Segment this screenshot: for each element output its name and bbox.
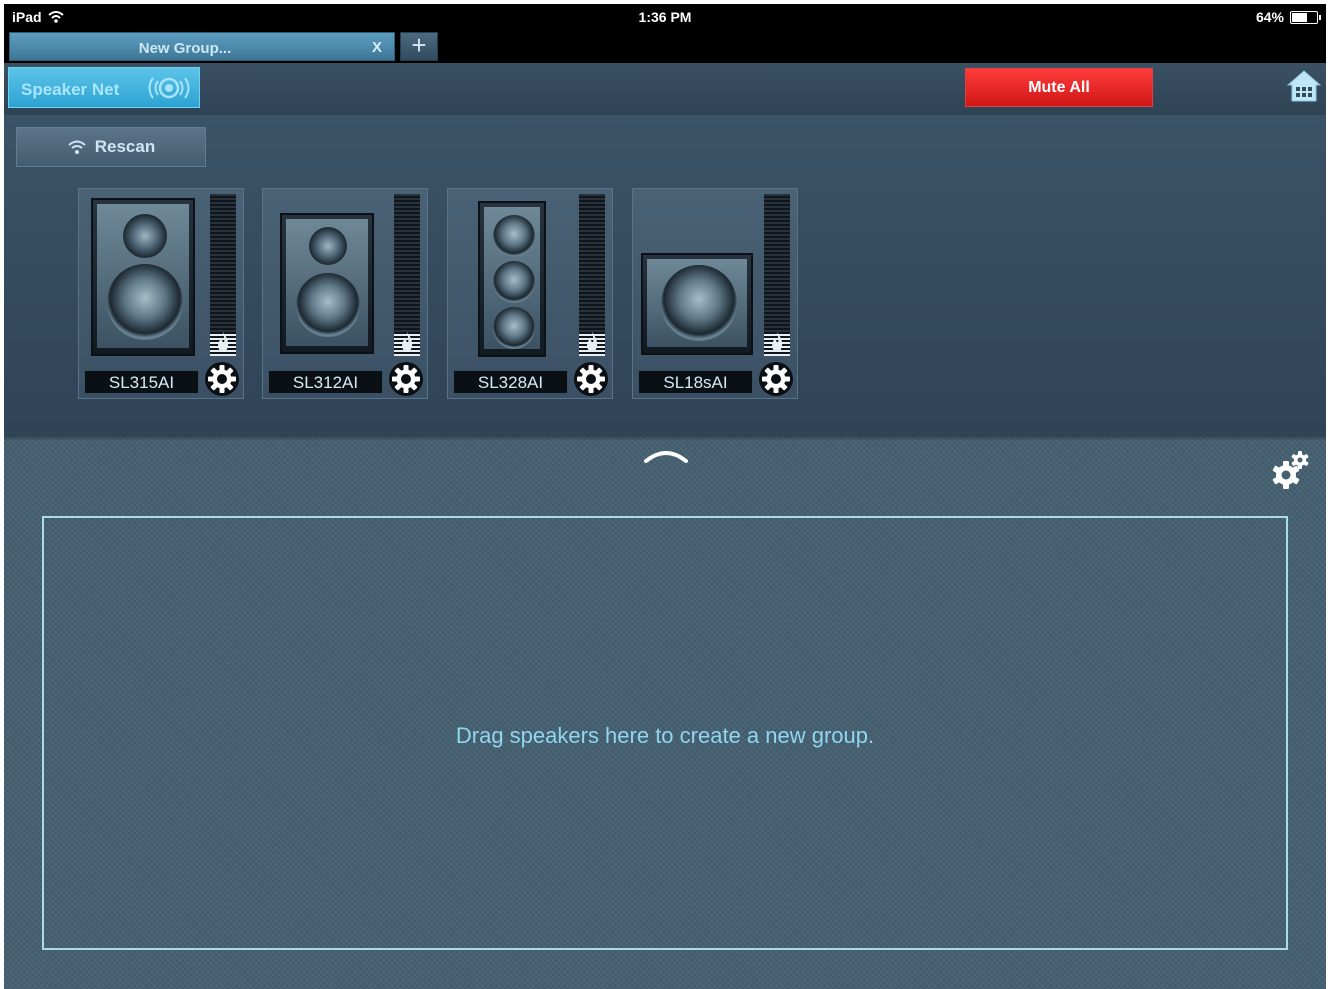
speaker-cabinet-image	[478, 201, 546, 357]
mute-all-button[interactable]: Mute All	[965, 68, 1153, 107]
toolbar: Speaker Net Mute All	[4, 63, 1326, 115]
speaker-cabinet-image	[641, 253, 753, 355]
gear-icon[interactable]	[758, 361, 794, 397]
speaker-cabinet-image	[280, 213, 374, 354]
speaker-net-button[interactable]: Speaker Net	[8, 67, 200, 108]
speaker-net-label: Speaker Net	[21, 80, 120, 99]
battery-icon	[1290, 10, 1321, 24]
gear-icon[interactable]	[204, 361, 240, 397]
flame-icon	[218, 332, 229, 352]
broadcast-icon	[148, 77, 190, 99]
speaker-drop-zone[interactable]: Drag speakers here to create a new group…	[42, 516, 1288, 950]
battery-percent: 64%	[1255, 9, 1284, 25]
add-tab-button[interactable]: +	[400, 32, 438, 61]
tab-label: New Group...	[138, 40, 232, 57]
speaker-card-sl18sai[interactable]: SL18sAI	[632, 188, 798, 399]
tab-close-button[interactable]: X	[372, 39, 382, 56]
speaker-name-label: SL312AI	[268, 370, 383, 394]
home-icon[interactable]	[1286, 69, 1322, 103]
speaker-name-label: SL315AI	[84, 370, 199, 394]
group-drop-area: Drag speakers here to create a new group…	[4, 435, 1326, 989]
status-bar: iPad 1:36 PM 64%	[4, 4, 1326, 30]
flame-icon	[772, 332, 783, 352]
speaker-card-sl315ai[interactable]: SL315AI	[78, 188, 244, 399]
settings-gears-icon[interactable]	[1270, 449, 1312, 491]
flame-icon	[587, 332, 598, 352]
rescan-button[interactable]: Rescan	[16, 127, 206, 167]
wifi-icon	[68, 140, 86, 154]
tab-new-group[interactable]: New Group... X	[9, 32, 395, 61]
drop-zone-message: Drag speakers here to create a new group…	[455, 723, 875, 748]
flame-icon	[402, 332, 413, 352]
chevron-up-icon[interactable]	[644, 447, 688, 465]
tab-bar: New Group... X +	[4, 30, 1326, 63]
gear-icon[interactable]	[388, 361, 424, 397]
speaker-card-sl312ai[interactable]: SL312AI	[262, 188, 428, 399]
gear-icon[interactable]	[573, 361, 609, 397]
speaker-panel: Rescan SL315AI SL312AI SL328AI SL18sAI	[4, 115, 1326, 435]
app-window: iPad 1:36 PM 64% New Group... X + Speake…	[4, 4, 1326, 989]
rescan-label: Rescan	[94, 137, 156, 156]
battery-fill	[1292, 12, 1307, 22]
speaker-name-label: SL18sAI	[638, 370, 753, 394]
status-time: 1:36 PM	[638, 9, 692, 25]
speaker-cabinet-image	[91, 198, 195, 356]
speaker-name-label: SL328AI	[453, 370, 568, 394]
speaker-card-sl328ai[interactable]: SL328AI	[447, 188, 613, 399]
